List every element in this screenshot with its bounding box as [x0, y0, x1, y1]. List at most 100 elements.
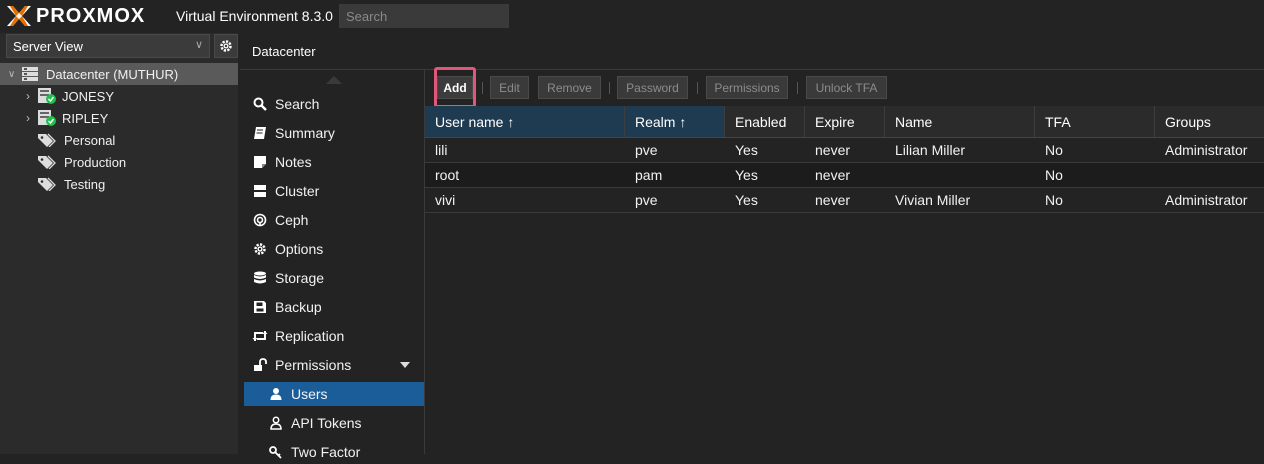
nav-item-cluster[interactable]: Cluster — [244, 179, 424, 203]
proxmox-x-icon — [7, 6, 31, 26]
tag-icon — [38, 177, 56, 191]
nav-item-storage[interactable]: Storage — [244, 266, 424, 290]
tree-item-tag-production[interactable]: Production — [0, 151, 238, 173]
remove-button[interactable]: Remove — [538, 76, 601, 99]
tree-item-tag-personal[interactable]: Personal — [0, 129, 238, 151]
nav-item-label: Permissions — [275, 357, 352, 373]
tree-item-label: Production — [64, 154, 127, 170]
nav-item-permissions[interactable]: Permissions — [244, 353, 424, 377]
resource-tree-panel: Server View ∨ ∨ Datacenter (MUTHUR) › JO… — [0, 33, 238, 454]
caret-down-icon — [400, 362, 410, 368]
user-o-icon — [268, 415, 284, 431]
unlock-icon — [252, 357, 268, 373]
nav-item-backup[interactable]: Backup — [244, 295, 424, 319]
key-icon — [268, 444, 284, 460]
top-bar: PROXMOX Virtual Environment 8.3.0 — [0, 0, 1264, 33]
view-selector-label: Server View — [13, 39, 83, 54]
tree-item-node-jonesy[interactable]: › JONESY — [0, 85, 238, 107]
table-row[interactable]: lili pve Yes never Lilian Miller No Admi… — [425, 138, 1264, 163]
cell-realm: pam — [635, 167, 663, 183]
chevron-down-icon: ∨ — [194, 39, 203, 51]
tree-item-datacenter[interactable]: ∨ Datacenter (MUTHUR) — [0, 63, 238, 85]
tree-item-label: Testing — [64, 176, 106, 192]
toolbar-separator — [609, 82, 610, 94]
page-title: Datacenter — [252, 44, 316, 59]
column-header-groups[interactable]: Groups — [1155, 106, 1264, 137]
nav-item-notes[interactable]: Notes — [244, 150, 424, 174]
proxmox-logo: PROXMOX — [6, 4, 145, 28]
column-header-realm[interactable]: Realm ↑ — [625, 106, 725, 137]
nav-item-label: Backup — [275, 299, 322, 315]
permissions-button[interactable]: Permissions — [706, 76, 788, 99]
content-header: Datacenter — [240, 33, 1264, 70]
tree-settings-button[interactable] — [214, 34, 238, 58]
tree-item-node-ripley[interactable]: › RIPLEY — [0, 107, 238, 129]
tree-item-label: Personal — [64, 132, 116, 148]
nav-item-label: Search — [275, 96, 320, 112]
tree-item-label: Datacenter (MUTHUR) — [46, 66, 179, 82]
global-search-input[interactable] — [339, 4, 509, 28]
column-header-tfa[interactable]: TFA — [1035, 106, 1155, 137]
scroll-up-icon[interactable] — [326, 76, 342, 84]
floppy-icon — [252, 299, 268, 315]
nav-item-label: Summary — [275, 125, 335, 141]
nav-item-label: API Tokens — [291, 415, 362, 431]
users-panel: Add Edit Remove Password Permissions Unl… — [424, 67, 1264, 454]
view-selector[interactable]: Server View ∨ — [6, 34, 210, 58]
cell-expire: never — [815, 167, 851, 183]
cell-enabled: Yes — [735, 142, 758, 158]
cell-name: Lilian Miller — [895, 142, 966, 158]
tree-item-tag-testing[interactable]: Testing — [0, 173, 238, 195]
ceph-icon — [252, 212, 268, 228]
user-icon — [268, 386, 284, 402]
edit-button[interactable]: Edit — [490, 76, 529, 99]
datacenter-nav-menu: Search Summary Notes Cluster Ceph Option… — [244, 70, 424, 460]
cell-enabled: Yes — [735, 167, 758, 183]
cell-name: Vivian Miller — [895, 192, 971, 208]
chevron-right-icon: › — [26, 89, 30, 103]
nav-item-api-tokens[interactable]: API Tokens — [244, 411, 424, 435]
unlock-tfa-button[interactable]: Unlock TFA — [806, 76, 887, 99]
nav-item-label: Storage — [275, 270, 325, 286]
cell-realm: pve — [635, 142, 658, 158]
table-row[interactable]: vivi pve Yes never Vivian Miller No Admi… — [425, 188, 1264, 213]
nav-item-summary[interactable]: Summary — [244, 121, 424, 145]
column-header-username[interactable]: User name ↑ — [425, 106, 625, 137]
cell-username: lili — [435, 142, 448, 158]
nav-item-label: Replication — [275, 328, 345, 344]
column-header-expire[interactable]: Expire — [805, 106, 885, 137]
add-button-highlight — [434, 67, 476, 108]
node-online-icon — [38, 110, 56, 126]
book-icon — [252, 125, 268, 141]
users-toolbar: Add Edit Remove Password Permissions Unl… — [425, 67, 1264, 108]
nav-item-label: Cluster — [275, 183, 320, 199]
nav-item-ceph[interactable]: Ceph — [244, 208, 424, 232]
tag-icon — [38, 133, 56, 147]
logo-text: PROXMOX — [36, 4, 146, 27]
datacenter-icon — [22, 67, 38, 81]
tag-icon — [38, 155, 56, 169]
cell-username: root — [435, 167, 460, 183]
retweet-icon — [252, 328, 268, 344]
nav-item-search[interactable]: Search — [244, 92, 424, 116]
search-icon — [252, 96, 268, 112]
cell-tfa: No — [1045, 192, 1063, 208]
table-row[interactable]: root pam Yes never No — [425, 163, 1264, 188]
cell-groups: Administrator — [1165, 142, 1248, 158]
cell-username: vivi — [435, 192, 456, 208]
nav-item-label: Options — [275, 241, 324, 257]
cell-realm: pve — [635, 192, 658, 208]
nav-item-options[interactable]: Options — [244, 237, 424, 261]
cell-tfa: No — [1045, 142, 1063, 158]
password-button[interactable]: Password — [617, 76, 688, 99]
tree-item-label: RIPLEY — [62, 110, 109, 126]
cell-name — [885, 163, 895, 187]
column-header-name[interactable]: Name — [885, 106, 1035, 137]
cell-expire: never — [815, 142, 851, 158]
nav-item-label: Notes — [275, 154, 312, 170]
cell-groups: Administrator — [1165, 192, 1248, 208]
nav-item-two-factor[interactable]: Two Factor — [244, 440, 424, 464]
nav-item-replication[interactable]: Replication — [244, 324, 424, 348]
column-header-enabled[interactable]: Enabled — [725, 106, 805, 137]
nav-item-users[interactable]: Users — [244, 382, 424, 406]
